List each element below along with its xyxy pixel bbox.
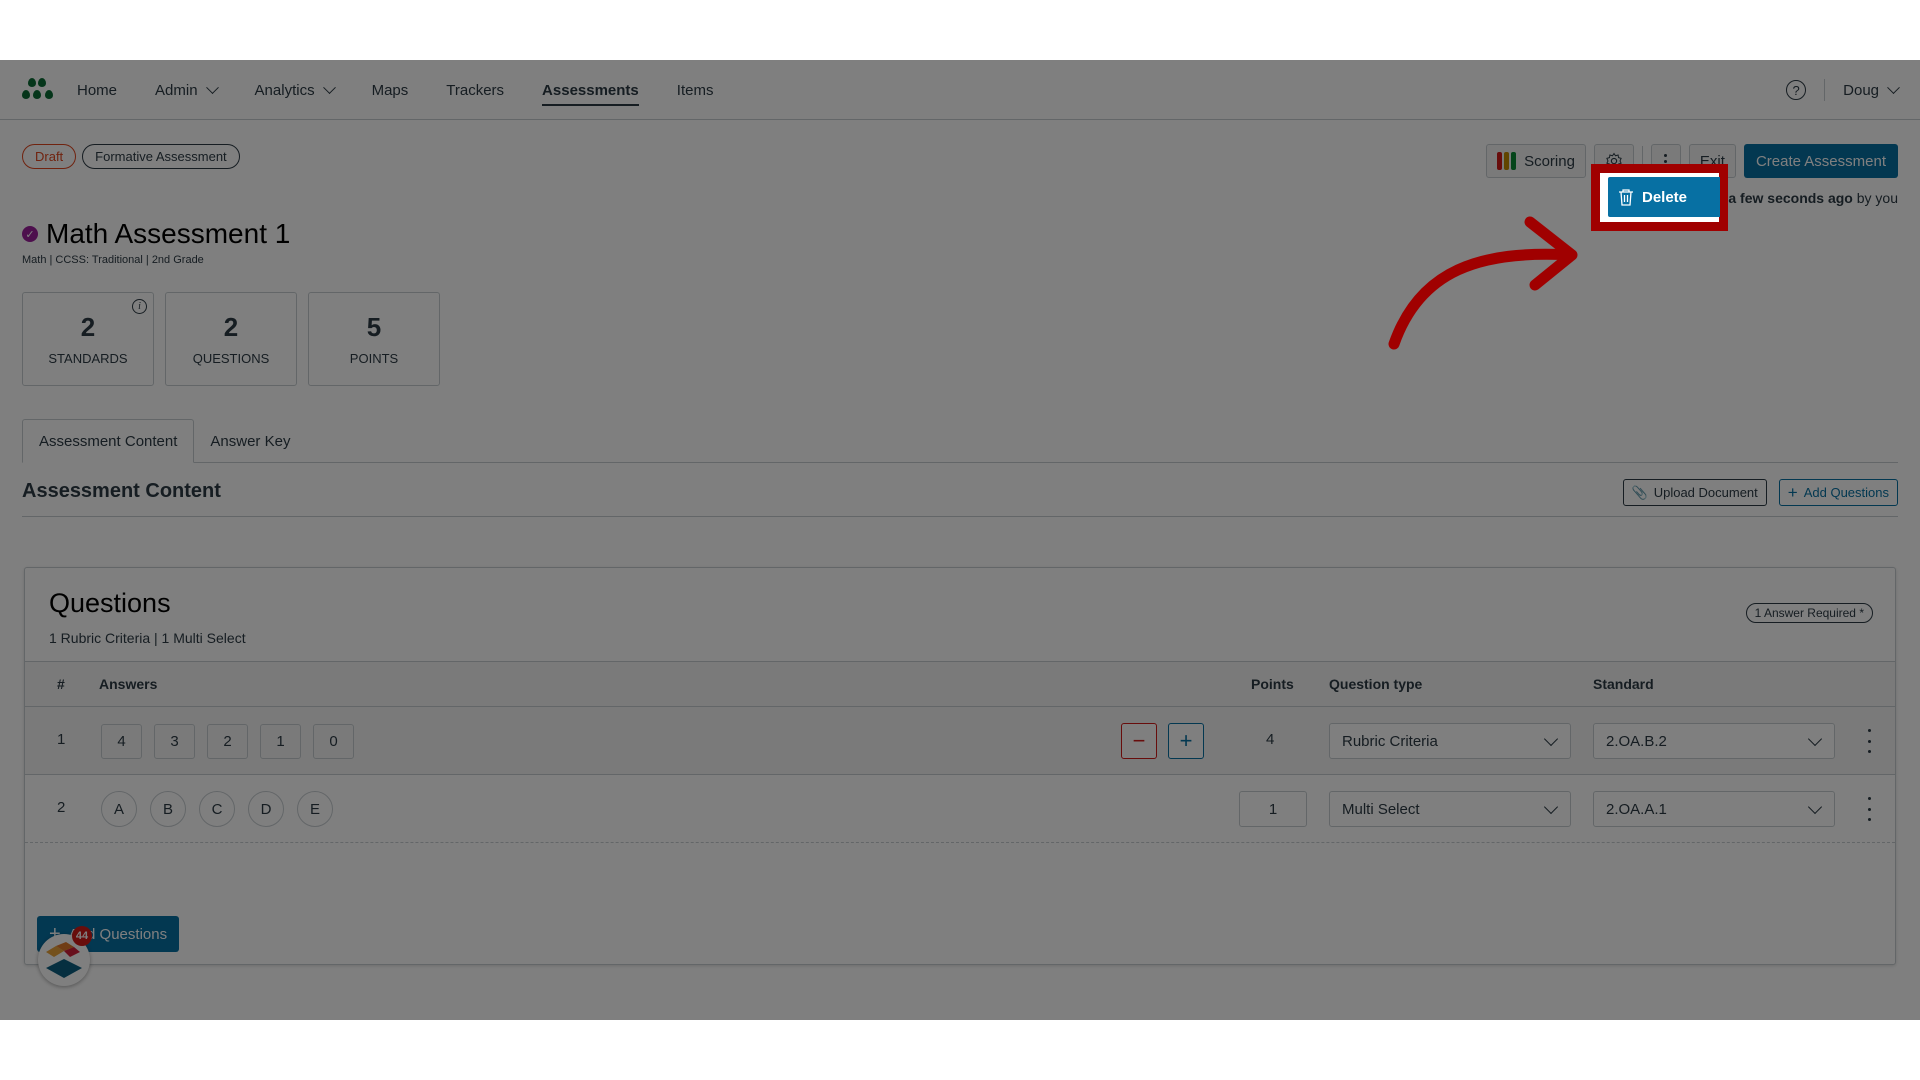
delete-menu-item[interactable]: Delete bbox=[1608, 177, 1720, 217]
highlight-box: Delete bbox=[1591, 164, 1728, 231]
trash-icon bbox=[1619, 189, 1633, 206]
annotation-arrow-icon bbox=[1388, 216, 1578, 350]
delete-label: Delete bbox=[1642, 188, 1688, 206]
app-frame: Home Admin Analytics Maps Trackers Asses… bbox=[0, 60, 1920, 1020]
